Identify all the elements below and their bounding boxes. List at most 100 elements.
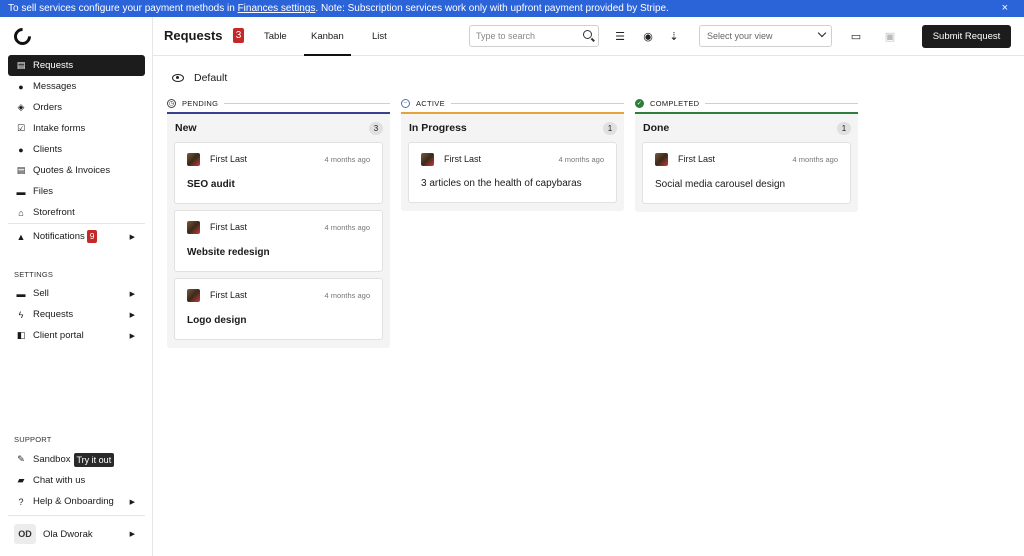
sidebar-item-intake-forms[interactable]: ☑ Intake forms [8,118,145,139]
sidebar-item-settings-requests[interactable]: ϟ Requests ▶ [8,304,145,325]
card-header: First Last 4 months ago [187,152,370,166]
column-status-header: – ACTIVE [401,96,624,110]
sidebar-item-chat[interactable]: ▰ Chat with us [8,470,145,491]
sidebar-item-label: Clients [33,144,63,155]
folder-icon: ▬ [16,186,26,197]
submit-request-button[interactable]: Submit Request [922,25,1011,48]
sidebar-item-storefront[interactable]: ⌂ Storefront [8,202,145,223]
avatar [655,152,668,166]
sidebar-item-label: Messages [33,81,77,92]
card-title: SEO audit [187,179,235,190]
tab-list[interactable]: List [372,31,387,42]
help-icon: ? [18,496,24,507]
sidebar-item-help[interactable]: ? Help & Onboarding ▶ [8,491,145,512]
search-input[interactable]: Type to search [469,25,599,47]
divider [224,102,390,104]
view-select[interactable]: Select your view [699,25,832,47]
settings-section-label: SETTINGS [14,270,54,279]
column-body: Done 1 First Last 4 months ago Social me… [635,112,858,212]
save-view-icon[interactable]: ▭ [849,29,863,43]
avatar [187,220,200,234]
sidebar-item-quotes-invoices[interactable]: ▤ Quotes & Invoices [8,160,145,181]
filter-sliders-icon[interactable]: ☰ [613,29,627,43]
avatar: OD [14,524,36,544]
request-card[interactable]: First Last 4 months ago 3 articles on th… [408,142,617,203]
card-title: Social media carousel design [655,179,786,190]
current-view: Default [172,72,227,84]
sidebar-item-label: Intake forms [33,123,86,134]
clock-icon: ◷ [167,98,176,108]
column-status-label: COMPLETED [650,98,700,108]
settings-nav: ▬ Sell ▶ ϟ Requests ▶ ◧ Client portal ▶ [8,283,145,346]
tab-kanban[interactable]: Kanban [304,31,351,56]
request-card[interactable]: First Last 4 months ago Logo design [174,278,383,340]
sidebar-divider [8,515,145,516]
request-card[interactable]: First Last 4 months ago Social media car… [642,142,851,204]
request-card[interactable]: First Last 4 months ago Website redesign [174,210,383,272]
caret-right-icon: ▶ [129,498,135,506]
avatar [421,152,434,166]
lightning-icon: ϟ [18,309,24,320]
avatar [187,152,200,166]
sidebar-item-label: Chat with us [33,475,86,486]
sidebar-item-label: Sell [33,288,49,299]
support-section-label: SUPPORT [14,435,52,444]
sidebar-item-messages[interactable]: ● Messages [8,76,145,97]
notifications-nav: ▲ Notifications 9 ▶ [8,226,145,247]
column-count: 3 [369,121,383,135]
column-status-header: ✓ COMPLETED [635,96,858,110]
wrench-icon: ✎ [17,454,25,464]
sidebar-item-clients[interactable]: ● Clients [8,139,145,160]
app-logo[interactable] [10,24,35,49]
banner-close-icon[interactable]: × [1002,0,1008,17]
tab-table[interactable]: Table [264,31,287,42]
card-author: First Last [210,290,248,300]
card-header: First Last 4 months ago [187,220,370,234]
notifications-badge: 9 [86,230,98,243]
column-title: New [175,122,197,134]
card-author: First Last [678,154,716,164]
chat-icon: ● [18,81,24,92]
sidebar-item-sell[interactable]: ▬ Sell ▶ [8,283,145,304]
card-time: 4 months ago [324,222,370,232]
sidebar-item-client-portal[interactable]: ◧ Client portal ▶ [8,325,145,346]
bell-icon: ▲ [16,231,26,242]
column-title-row: In Progress 1 [408,120,617,136]
sort-icon[interactable]: ⇣ [667,29,681,43]
finances-settings-link[interactable]: Finances settings [238,3,316,14]
column-body: In Progress 1 First Last 4 months ago 3 … [401,112,624,211]
requests-count-badge: 3 [233,28,244,43]
caret-right-icon: ▶ [129,233,135,241]
card-header: First Last 4 months ago [187,288,370,302]
card-title: Logo design [187,315,247,326]
user-filter-icon[interactable]: ◉ [641,29,655,43]
column-body: New 3 First Last 4 months ago SEO audit … [167,112,390,348]
progress-icon: – [401,98,410,108]
column-title-row: New 3 [174,120,383,136]
sidebar-item-orders[interactable]: ◈ Orders [8,97,145,118]
request-card[interactable]: First Last 4 months ago SEO audit [174,142,383,204]
banner-note: . Note: Subscription services work only … [315,3,669,14]
search-icon[interactable] [583,30,592,39]
sidebar-item-sandbox[interactable]: ✎ Sandbox Try it out [8,449,145,470]
sidebar-item-files[interactable]: ▬ Files [8,181,145,202]
kanban-column-completed: ✓ COMPLETED Done 1 First Last 4 months a… [635,96,858,212]
divider [450,102,624,104]
column-status-label: PENDING [182,98,219,108]
caret-right-icon: ▶ [129,531,135,538]
sidebar-item-label: Notifications [33,231,85,242]
user-menu[interactable]: OD Ola Dworak ▶ [8,522,145,546]
sidebar-item-label: Quotes & Invoices [33,165,111,176]
disk-icon[interactable]: ▣ [883,29,897,43]
column-count: 1 [837,121,851,135]
user-icon: ● [18,144,24,155]
sidebar-item-requests[interactable]: ▤ Requests [8,55,145,76]
banner-text: To sell services configure your payment … [8,3,238,14]
sidebar-item-notifications[interactable]: ▲ Notifications 9 ▶ [8,226,145,247]
card-time: 4 months ago [324,154,370,164]
sidebar-item-label: Requests [33,309,74,320]
sidebar-item-label: Client portal [33,330,84,341]
store-icon: ⌂ [18,207,24,218]
card-header: First Last 4 months ago [655,152,838,166]
page-header: Requests 3 Table Kanban List Type to sea… [153,17,1024,56]
